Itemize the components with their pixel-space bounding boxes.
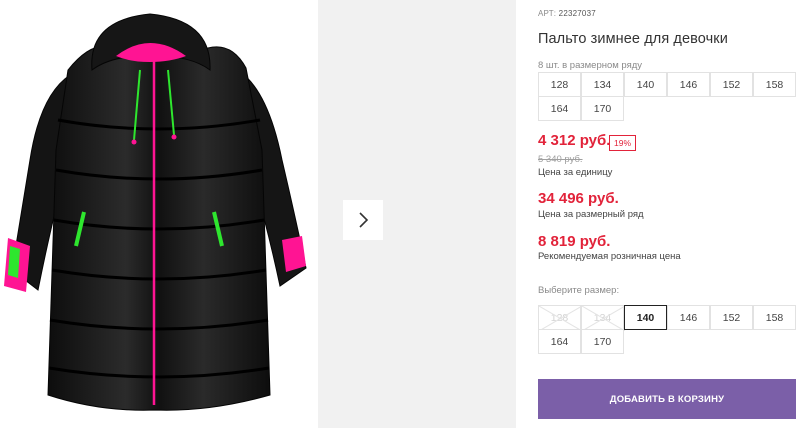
- add-to-cart-button[interactable]: ДОБАВИТЬ В КОРЗИНУ: [538, 379, 796, 419]
- size-option[interactable]: 164: [538, 329, 581, 354]
- size-row-count: 8 шт. в размерном ряду: [538, 60, 643, 71]
- unit-price-label: Цена за единицу: [538, 167, 613, 178]
- coat-illustration: [4, 13, 307, 411]
- unit-price: 4 312 руб.: [538, 132, 611, 149]
- recommended-retail-price-label: Рекомендуемая розничная цена: [538, 251, 681, 262]
- row-size-cell: 134: [581, 72, 624, 97]
- row-size-cell: 170: [581, 96, 624, 121]
- row-price: 34 496 руб.: [538, 190, 619, 207]
- gallery-next-button[interactable]: [343, 200, 383, 240]
- article-value: 22327037: [558, 9, 596, 18]
- product-main-image[interactable]: [0, 0, 318, 428]
- size-option[interactable]: 152: [710, 305, 753, 330]
- size-option-disabled: 128: [538, 305, 582, 331]
- product-info-panel: АРТ: 22327037 Пальто зимнее для девочки …: [538, 0, 800, 428]
- product-title: Пальто зимнее для девочки: [538, 31, 728, 47]
- row-size-cell: 146: [667, 72, 710, 97]
- row-size-cell: 158: [753, 72, 796, 97]
- chevron-right-icon: [359, 212, 369, 228]
- discount-badge: 19%: [609, 135, 637, 151]
- size-option[interactable]: 170: [581, 329, 624, 354]
- size-option-selected[interactable]: 140: [624, 305, 667, 330]
- crossed-out-icon: [582, 306, 625, 331]
- size-option[interactable]: 158: [753, 305, 796, 330]
- size-option-disabled: 134: [581, 305, 625, 331]
- recommended-retail-price: 8 819 руб.: [538, 233, 611, 250]
- choose-size-label: Выберите размер:: [538, 285, 620, 296]
- article-label: АРТ:: [538, 9, 557, 18]
- row-size-cell: 164: [538, 96, 581, 121]
- old-price: 5 340 руб.: [538, 154, 583, 165]
- article-number: АРТ: 22327037: [538, 9, 596, 18]
- size-option[interactable]: 146: [667, 305, 710, 330]
- row-size-cell: 152: [710, 72, 753, 97]
- row-size-cell: 128: [538, 72, 581, 97]
- row-price-label: Цена за размерный ряд: [538, 209, 644, 220]
- crossed-out-icon: [539, 306, 582, 331]
- row-size-cell: 140: [624, 72, 667, 97]
